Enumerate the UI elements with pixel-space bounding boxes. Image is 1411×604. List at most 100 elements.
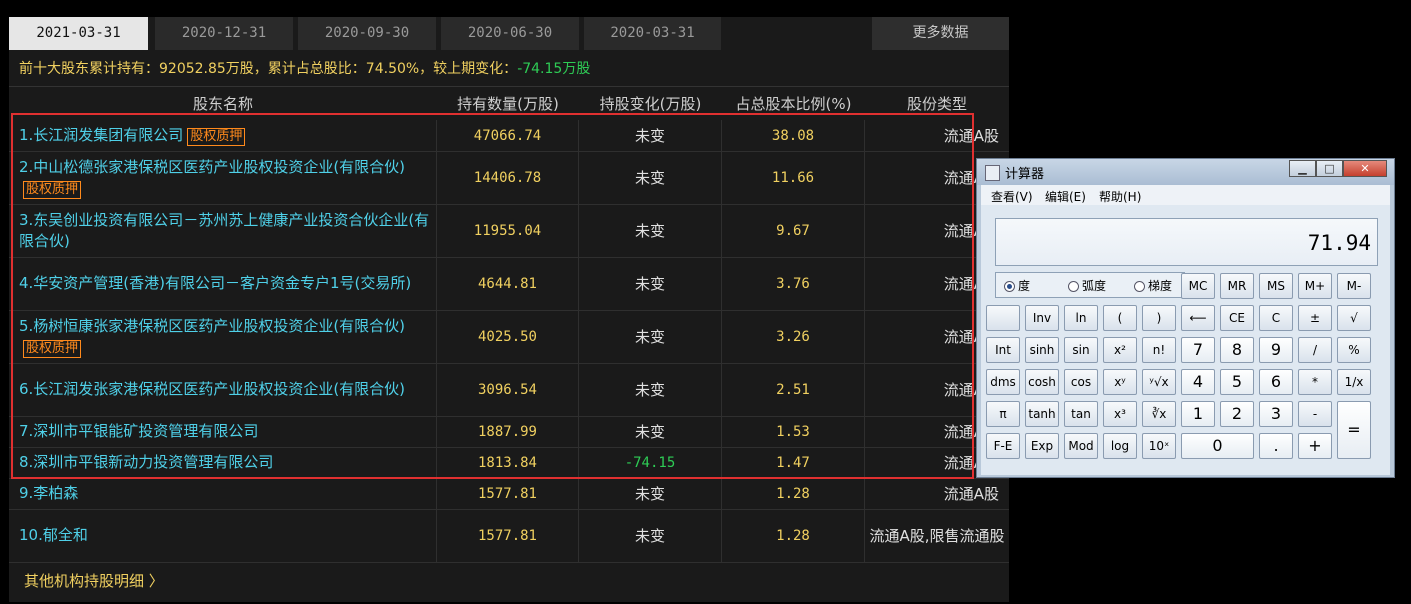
pledge-badge[interactable]: 股权质押 xyxy=(187,128,246,146)
key-.[interactable]: . xyxy=(1259,433,1293,459)
shareholder-name: 1.长江润发集团有限公司 股权质押 xyxy=(9,120,437,151)
key-tan[interactable]: tan xyxy=(1064,401,1098,427)
table-row[interactable]: 10.郁全和 1577.81 未变 1.28 流通A股,限售流通股 xyxy=(9,509,1009,563)
table-row[interactable]: 2.中山松德张家港保税区医药产业股权投资企业(有限合伙) 股权质押 14406.78… xyxy=(9,151,1009,205)
key-xʸ[interactable]: xʸ xyxy=(1103,369,1137,395)
key-⟵[interactable]: ⟵ xyxy=(1181,305,1215,331)
shareholder-name-text[interactable]: 5.杨树恒康张家港保税区医药产业股权投资企业(有限合伙) xyxy=(19,317,405,335)
key-CE[interactable]: CE xyxy=(1220,305,1254,331)
menu-help[interactable]: 帮助(H) xyxy=(1099,188,1141,205)
table-row[interactable]: 7.深圳市平银能矿投资管理有限公司 1887.99 未变 1.53 流通A股 xyxy=(9,416,1009,448)
table-row[interactable]: 1.长江润发集团有限公司 股权质押 47066.74 未变 38.08 流通A股 xyxy=(9,120,1009,152)
key-∛x[interactable]: ∛x xyxy=(1142,401,1176,427)
key-Int[interactable]: Int xyxy=(986,337,1020,363)
key-4[interactable]: 4 xyxy=(1181,369,1215,395)
table-row[interactable]: 6.长江润发张家港保税区医药产业股权投资企业(有限合伙) 3096.54 未变 2.5… xyxy=(9,363,1009,417)
shareholder-name-text[interactable]: 2.中山松德张家港保税区医药产业股权投资企业(有限合伙) xyxy=(19,158,405,176)
tab-2020-06-30[interactable]: 2020-06-30 xyxy=(441,17,579,50)
key-x³[interactable]: x³ xyxy=(1103,401,1137,427)
key-Mod[interactable]: Mod xyxy=(1064,433,1098,459)
key-cos[interactable]: cos xyxy=(1064,369,1098,395)
more-data-button[interactable]: 更多数据 xyxy=(872,17,1009,50)
key-5[interactable]: 5 xyxy=(1220,369,1254,395)
menu-edit[interactable]: 编辑(E) xyxy=(1045,188,1086,205)
key-π[interactable]: π xyxy=(986,401,1020,427)
key-ln[interactable]: ln xyxy=(1064,305,1098,331)
key-dms[interactable]: dms xyxy=(986,369,1020,395)
pledge-badge[interactable]: 股权质押 xyxy=(23,180,82,199)
key-8[interactable]: 8 xyxy=(1220,337,1254,363)
radio-radians[interactable]: 弧度 xyxy=(1068,277,1106,294)
key-tanh[interactable]: tanh xyxy=(1025,401,1059,427)
key-M-[interactable]: M- xyxy=(1337,273,1371,299)
maximize-icon[interactable]: □ xyxy=(1316,160,1343,177)
key-3[interactable]: 3 xyxy=(1259,401,1293,427)
key-2[interactable]: 2 xyxy=(1220,401,1254,427)
key-ʸ√x[interactable]: ʸ√x xyxy=(1142,369,1176,395)
key-=[interactable]: = xyxy=(1337,401,1371,459)
table-row[interactable]: 5.杨树恒康张家港保税区医药产业股权投资企业(有限合伙) 股权质押 4025.50 未… xyxy=(9,310,1009,364)
key-([interactable]: ( xyxy=(1103,305,1137,331)
radio-gradians[interactable]: 梯度 xyxy=(1134,277,1172,294)
key-+[interactable]: + xyxy=(1298,433,1332,459)
tab-2020-03-31[interactable]: 2020-03-31 xyxy=(584,17,721,50)
angle-mode-group: 度 弧度 梯度 xyxy=(995,272,1185,298)
key-7[interactable]: 7 xyxy=(1181,337,1215,363)
key-)[interactable]: ) xyxy=(1142,305,1176,331)
key-F-E[interactable]: F-E xyxy=(986,433,1020,459)
key--[interactable]: - xyxy=(1298,401,1332,427)
tab-2020-12-31[interactable]: 2020-12-31 xyxy=(155,17,293,50)
key-sin[interactable]: sin xyxy=(1064,337,1098,363)
tab-2020-09-30[interactable]: 2020-09-30 xyxy=(298,17,436,50)
key-blank[interactable] xyxy=(986,305,1020,331)
key-1[interactable]: 1 xyxy=(1181,401,1215,427)
key-1/x[interactable]: 1/x xyxy=(1337,369,1371,395)
key-log[interactable]: log xyxy=(1103,433,1137,459)
key-MR[interactable]: MR xyxy=(1220,273,1254,299)
key-Inv[interactable]: Inv xyxy=(1025,305,1059,331)
radio-degrees[interactable]: 度 xyxy=(1004,277,1030,294)
pledge-badge[interactable]: 股权质押 xyxy=(23,339,82,358)
shareholder-name-text[interactable]: 3.东吴创业投资有限公司－苏州苏上健康产业投资合伙企业(有限合伙) xyxy=(19,211,429,250)
key-6[interactable]: 6 xyxy=(1259,369,1293,395)
key-/[interactable]: / xyxy=(1298,337,1332,363)
shareholder-name-text[interactable]: 6.长江润发张家港保税区医药产业股权投资企业(有限合伙) xyxy=(19,380,405,398)
key-sinh[interactable]: sinh xyxy=(1025,337,1059,363)
key-MS[interactable]: MS xyxy=(1259,273,1293,299)
calculator-titlebar[interactable]: 计算器 ▁ □ ✕ xyxy=(977,159,1394,185)
table-row[interactable]: 8.深圳市平银新动力投资管理有限公司 1813.84 -74.15 1.47 流通A股 xyxy=(9,447,1009,479)
shareholder-name-text[interactable]: 9.李柏森 xyxy=(19,484,78,502)
shareholder-name-text[interactable]: 8.深圳市平银新动力投资管理有限公司 xyxy=(19,453,273,471)
shareholder-name-text[interactable]: 7.深圳市平银能矿投资管理有限公司 xyxy=(19,422,258,440)
key-C[interactable]: C xyxy=(1259,305,1293,331)
key-*[interactable]: * xyxy=(1298,369,1332,395)
key-n![interactable]: n! xyxy=(1142,337,1176,363)
key-±[interactable]: ± xyxy=(1298,305,1332,331)
key-Exp[interactable]: Exp xyxy=(1025,433,1059,459)
key-0[interactable]: 0 xyxy=(1181,433,1254,459)
key-cosh[interactable]: cosh xyxy=(1025,369,1059,395)
shareholder-name-text[interactable]: 4.华安资产管理(香港)有限公司－客户资金专户1号(交易所) xyxy=(19,274,411,292)
radio-label: 度 xyxy=(1018,279,1031,293)
table-row[interactable]: 4.华安资产管理(香港)有限公司－客户资金专户1号(交易所) 4644.81 未变 3… xyxy=(9,257,1009,311)
key-x²[interactable]: x² xyxy=(1103,337,1137,363)
key-M+[interactable]: M+ xyxy=(1298,273,1332,299)
close-icon[interactable]: ✕ xyxy=(1343,160,1387,177)
shareholder-name-text[interactable]: 1.长江润发集团有限公司 xyxy=(19,126,183,144)
col-header-name: 股东名称 xyxy=(192,95,253,113)
table-row[interactable]: 9.李柏森 1577.81 未变 1.28 流通A股 xyxy=(9,478,1009,510)
table-row[interactable]: 3.东吴创业投资有限公司－苏州苏上健康产业投资合伙企业(有限合伙) 11955.0… xyxy=(9,204,1009,258)
other-institutions-link[interactable]: 其他机构持股明细 〉 xyxy=(24,570,164,591)
minimize-icon[interactable]: ▁ xyxy=(1289,160,1316,177)
key-MC[interactable]: MC xyxy=(1181,273,1215,299)
key-9[interactable]: 9 xyxy=(1259,337,1293,363)
key-%[interactable]: % xyxy=(1337,337,1371,363)
key-10ˣ[interactable]: 10ˣ xyxy=(1142,433,1176,459)
tab-2021-03-31[interactable]: 2021-03-31 xyxy=(9,17,148,50)
shareholder-name-text[interactable]: 10.郁全和 xyxy=(19,526,88,544)
summary-bar: 前十大股东累计持有：92052.85万股，累计占总股比：74.50%，较上期变化… xyxy=(9,52,1009,87)
menu-view[interactable]: 查看(V) xyxy=(991,188,1033,205)
share-percentage: 38.08 xyxy=(722,120,865,151)
share-percentage: 9.67 xyxy=(722,204,865,257)
key-√[interactable]: √ xyxy=(1337,305,1371,331)
